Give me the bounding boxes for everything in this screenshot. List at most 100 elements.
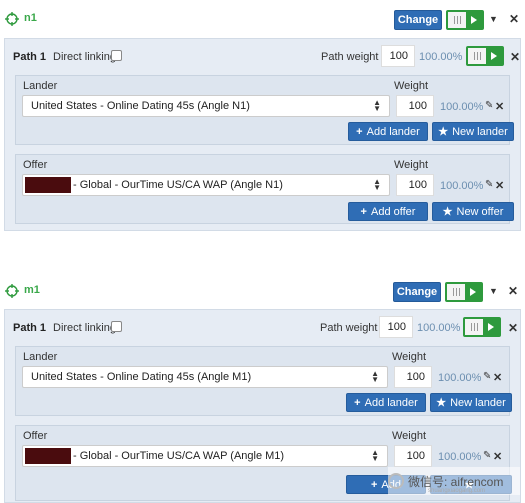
lander-weight-percent: 100.00% bbox=[438, 372, 482, 384]
offer-select-value: - Global - OurTime US/CA WAP (Angle M1) bbox=[73, 450, 285, 462]
select-arrows-icon: ▲ ▼ bbox=[373, 98, 381, 113]
lander-select[interactable]: United States - Online Dating 45s (Angle… bbox=[22, 366, 388, 388]
change-button[interactable]: Change bbox=[394, 10, 442, 30]
offer-weight-percent: 100.00% bbox=[440, 180, 484, 192]
close-icon[interactable]: ✕ bbox=[508, 321, 518, 335]
path-title: Path 1 bbox=[13, 322, 47, 334]
play-toggle[interactable] bbox=[445, 282, 483, 302]
offer-select[interactable]: - Global - OurTime US/CA WAP (Angle N1) … bbox=[22, 174, 390, 196]
offer-weight-input[interactable]: 100 bbox=[394, 445, 432, 467]
lander-label: Lander bbox=[23, 351, 58, 363]
remove-lander-icon[interactable]: ✕ bbox=[493, 371, 502, 384]
block-title: n1 bbox=[24, 12, 37, 24]
select-arrows-icon: ▲ ▼ bbox=[371, 448, 379, 463]
offer-label: Offer bbox=[23, 159, 48, 171]
path-weight-label: Path weight bbox=[321, 51, 379, 63]
add-lander-button[interactable]: + Add lander bbox=[346, 393, 426, 412]
watermark-subtext: shuangxiaogang.com bbox=[428, 488, 486, 494]
redacted-name bbox=[25, 177, 71, 193]
new-lander-button[interactable]: ★ New lander bbox=[430, 393, 512, 412]
star-icon: ★ bbox=[438, 126, 449, 138]
toggle-grip-icon bbox=[447, 284, 465, 300]
path-weight-percent: 100.00% bbox=[419, 51, 463, 63]
path-title: Path 1 bbox=[13, 51, 47, 63]
change-button[interactable]: Change bbox=[393, 282, 441, 302]
path-weight-percent: 100.00% bbox=[417, 322, 461, 334]
direct-linking-label: Direct linking bbox=[53, 51, 116, 63]
lander-weight-label: Weight bbox=[394, 80, 429, 92]
offer-label: Offer bbox=[23, 430, 48, 442]
toggle-grip-icon bbox=[465, 319, 483, 335]
watermark-logo-icon bbox=[388, 473, 404, 489]
pencil-icon[interactable]: ✎ bbox=[485, 100, 493, 111]
watermark-text: 微信号: aifrencom bbox=[408, 474, 504, 489]
new-lander-button[interactable]: ★ New lander bbox=[432, 122, 514, 141]
plus-icon: + bbox=[354, 396, 361, 409]
redacted-name bbox=[25, 448, 71, 464]
add-lander-label: Add lander bbox=[364, 396, 418, 409]
path-weight-input[interactable]: 100 bbox=[381, 45, 415, 67]
path-play-toggle[interactable] bbox=[463, 317, 501, 337]
select-arrows-icon: ▲ ▼ bbox=[373, 177, 381, 192]
path-weight-input[interactable]: 100 bbox=[379, 316, 413, 338]
offer-weight-input[interactable]: 100 bbox=[396, 174, 434, 196]
play-icon bbox=[465, 284, 481, 300]
path-panel: Path 1 Direct linking Path weight 100 10… bbox=[4, 38, 521, 231]
play-icon bbox=[486, 48, 502, 64]
remove-offer-icon[interactable]: ✕ bbox=[495, 179, 504, 192]
close-icon[interactable]: ✕ bbox=[508, 284, 518, 298]
select-arrows-icon: ▲ ▼ bbox=[371, 369, 379, 384]
block-header: n1 Change ▼ ✕ bbox=[0, 0, 525, 36]
offer-weight-label: Weight bbox=[392, 430, 427, 442]
lander-weight-label: Weight bbox=[392, 351, 427, 363]
remove-lander-icon[interactable]: ✕ bbox=[495, 100, 504, 113]
offer-select-value: - Global - OurTime US/CA WAP (Angle N1) bbox=[73, 179, 283, 191]
toggle-grip-icon bbox=[448, 12, 466, 28]
new-lander-label: New lander bbox=[450, 396, 506, 409]
new-offer-label: New offer bbox=[456, 205, 504, 218]
pencil-icon[interactable]: ✎ bbox=[483, 371, 491, 382]
lander-panel: Lander Weight United States - Online Dat… bbox=[15, 346, 512, 416]
close-icon[interactable]: ✕ bbox=[510, 50, 520, 64]
direct-linking-checkbox[interactable] bbox=[111, 321, 122, 332]
add-lander-label: Add lander bbox=[366, 125, 420, 138]
add-offer-button[interactable]: + Add offer bbox=[348, 202, 428, 221]
path-play-toggle[interactable] bbox=[466, 46, 504, 66]
offer-weight-label: Weight bbox=[394, 159, 429, 171]
lander-select-value: United States - Online Dating 45s (Angle… bbox=[31, 371, 252, 383]
lander-label: Lander bbox=[23, 80, 58, 92]
plus-icon: + bbox=[360, 205, 367, 218]
new-lander-label: New lander bbox=[452, 125, 508, 138]
offer-select[interactable]: - Global - OurTime US/CA WAP (Angle M1) … bbox=[22, 445, 388, 467]
close-icon[interactable]: ✕ bbox=[509, 12, 519, 26]
toggle-grip-icon bbox=[468, 48, 486, 64]
lander-weight-input[interactable]: 100 bbox=[394, 366, 432, 388]
new-offer-button[interactable]: ★ New offer bbox=[432, 202, 514, 221]
add-lander-button[interactable]: + Add lander bbox=[348, 122, 428, 141]
play-icon bbox=[466, 12, 482, 28]
lander-panel: Lander Weight United States - Online Dat… bbox=[15, 75, 514, 145]
path-weight-label: Path weight bbox=[320, 322, 378, 334]
add-offer-label: Add offer bbox=[370, 205, 416, 218]
chevron-down-icon[interactable]: ▼ bbox=[489, 14, 498, 24]
plus-icon: + bbox=[356, 125, 363, 138]
block-header: m1 Change ▼ ✕ bbox=[0, 272, 525, 308]
direct-linking-label: Direct linking bbox=[53, 322, 116, 334]
path-row: Path 1 Direct linking Path weight 100 10… bbox=[5, 39, 520, 73]
lander-weight-input[interactable]: 100 bbox=[396, 95, 434, 117]
play-icon bbox=[483, 319, 499, 335]
pencil-icon[interactable]: ✎ bbox=[483, 450, 491, 461]
play-toggle[interactable] bbox=[446, 10, 484, 30]
plus-icon: + bbox=[370, 478, 378, 491]
offer-panel: Offer Weight - Global - OurTime US/CA WA… bbox=[15, 154, 514, 224]
star-icon: ★ bbox=[442, 206, 453, 218]
watermark: 微信号: aifrencom shuangxiaogang.com bbox=[388, 467, 520, 495]
flow-block-n1: n1 Change ▼ ✕ Path 1 Direct linking Path… bbox=[0, 0, 525, 232]
lander-select[interactable]: United States - Online Dating 45s (Angle… bbox=[22, 95, 390, 117]
block-title: m1 bbox=[24, 284, 40, 296]
chevron-down-icon[interactable]: ▼ bbox=[489, 286, 498, 296]
direct-linking-checkbox[interactable] bbox=[111, 50, 122, 61]
remove-offer-icon[interactable]: ✕ bbox=[493, 450, 502, 463]
offer-weight-percent: 100.00% bbox=[438, 451, 482, 463]
pencil-icon[interactable]: ✎ bbox=[485, 179, 493, 190]
